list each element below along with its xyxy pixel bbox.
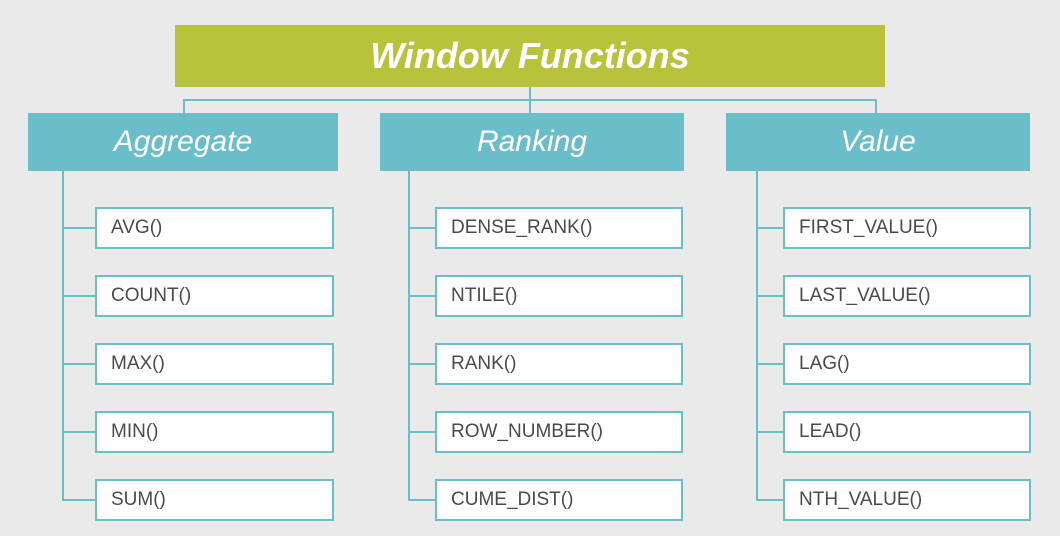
category-ranking: Ranking bbox=[380, 113, 684, 171]
function-item: MIN() bbox=[95, 411, 334, 453]
function-item: NTH_VALUE() bbox=[783, 479, 1031, 521]
function-item: SUM() bbox=[95, 479, 334, 521]
connector bbox=[756, 295, 783, 297]
function-item: COUNT() bbox=[95, 275, 334, 317]
connector bbox=[62, 499, 95, 501]
function-item: FIRST_VALUE() bbox=[783, 207, 1031, 249]
connector bbox=[756, 363, 783, 365]
function-item: LAST_VALUE() bbox=[783, 275, 1031, 317]
connector bbox=[756, 431, 783, 433]
category-value: Value bbox=[726, 113, 1030, 171]
connector bbox=[62, 295, 95, 297]
function-item: RANK() bbox=[435, 343, 683, 385]
connector bbox=[408, 363, 435, 365]
connector bbox=[62, 363, 95, 365]
function-item: DENSE_RANK() bbox=[435, 207, 683, 249]
connector bbox=[756, 499, 783, 501]
connector bbox=[183, 99, 185, 113]
connector bbox=[62, 431, 95, 433]
connector bbox=[408, 499, 435, 501]
function-item: LEAD() bbox=[783, 411, 1031, 453]
connector bbox=[408, 227, 435, 229]
connector bbox=[408, 431, 435, 433]
connector bbox=[875, 99, 877, 113]
root-node: Window Functions bbox=[175, 25, 885, 87]
function-item: NTILE() bbox=[435, 275, 683, 317]
connector bbox=[756, 171, 758, 500]
connector bbox=[62, 227, 95, 229]
function-item: ROW_NUMBER() bbox=[435, 411, 683, 453]
connector bbox=[408, 295, 435, 297]
connector bbox=[756, 227, 783, 229]
function-item: CUME_DIST() bbox=[435, 479, 683, 521]
function-item: LAG() bbox=[783, 343, 1031, 385]
function-item: AVG() bbox=[95, 207, 334, 249]
category-aggregate: Aggregate bbox=[28, 113, 338, 171]
connector bbox=[62, 171, 64, 500]
connector bbox=[408, 171, 410, 500]
function-item: MAX() bbox=[95, 343, 334, 385]
connector bbox=[529, 99, 531, 113]
